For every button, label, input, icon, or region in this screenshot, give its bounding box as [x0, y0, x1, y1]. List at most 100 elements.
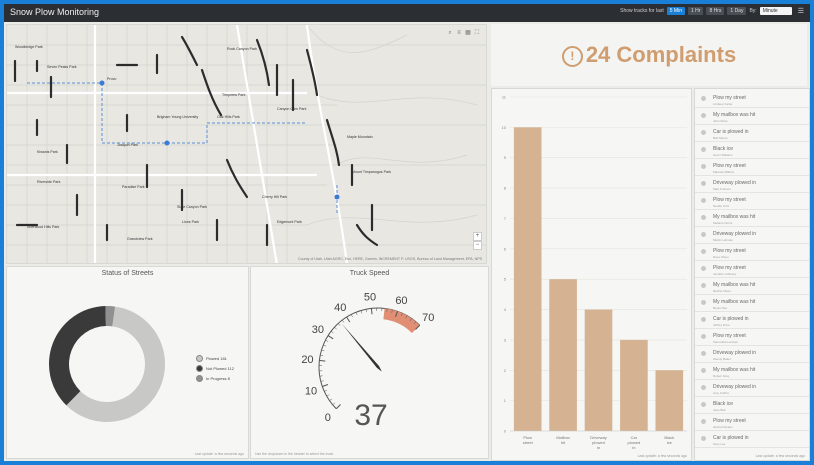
range-button-5min[interactable]: 5 Min: [666, 7, 685, 15]
speed-value: 37: [354, 399, 387, 432]
bar[interactable]: [655, 370, 684, 431]
map-place-label: Woodbridge Park: [15, 45, 43, 49]
legend-item[interactable]: Plowed 181: [196, 355, 234, 362]
complaint-reporter: Robert Gray: [713, 373, 730, 378]
complaint-reporter: John Moss: [713, 118, 728, 123]
complaint-reporter: Samantha Lamsen: [713, 339, 739, 344]
map-place-label: Joaquin Park: [117, 143, 138, 147]
map-canvas[interactable]: [7, 25, 487, 264]
map-place-label: Edgemont Park: [277, 220, 302, 224]
bar[interactable]: [513, 127, 542, 431]
complaints-count: ! 24 Complaints: [491, 42, 807, 68]
complaint-list-item[interactable]: Plow my street Marcela Wilkins: [695, 161, 809, 176]
x-tick-label: in: [632, 445, 635, 450]
complaint-reporter: Gary Lee: [713, 441, 726, 446]
complaint-reporter: Jeffrey Dunn: [713, 322, 730, 327]
range-button-8hrs[interactable]: 8 Hrs: [706, 7, 725, 15]
range-button-1hr[interactable]: 1 Hr: [688, 7, 704, 15]
complaint-status-icon: [701, 164, 706, 169]
map-place-label: Provo: [107, 77, 117, 81]
layers-icon[interactable]: ≡: [456, 30, 462, 36]
complaint-status-icon: [701, 419, 706, 424]
gauge-tick: [342, 319, 345, 323]
complaint-title: Driveway plowed in: [713, 350, 757, 356]
y-tick-label: 5: [504, 277, 507, 282]
map-place-label: Oak Hills Park: [217, 115, 240, 119]
complaint-list-item[interactable]: Driveway plowed in Martin Lehman: [695, 229, 809, 244]
gauge-tick: [360, 310, 363, 314]
menu-icon[interactable]: ☰: [798, 7, 804, 15]
bar[interactable]: [620, 339, 648, 431]
complaint-list-item[interactable]: My mailbox was hit Melanie Norris: [695, 212, 809, 227]
map-place-label: Lions Park: [182, 220, 199, 224]
by-label: By:: [749, 8, 757, 14]
complaint-list-item[interactable]: Driveway plowed in Matt Johnson: [695, 178, 809, 193]
gauge-tick: [346, 316, 351, 323]
gauge-tick: [321, 349, 325, 352]
complaint-status-icon: [701, 334, 706, 339]
search-icon[interactable]: ⌕: [447, 30, 453, 36]
gauge-tick-label: 40: [334, 302, 346, 314]
complaint-title: Black ice: [713, 146, 734, 152]
complaint-title: Driveway plowed in: [713, 180, 757, 186]
legend-item[interactable]: Not Plowed 112: [196, 365, 234, 372]
complaint-reporter: Amy Collins: [713, 390, 729, 395]
y-tick-label: 1: [504, 398, 507, 403]
complaint-list-item[interactable]: Plow my street Jennifer Cullinary: [695, 263, 809, 278]
complaint-list-item[interactable]: Plow my street Lindsey Carter: [695, 93, 809, 108]
complaint-list-item[interactable]: Black ice Kevin Williams: [695, 144, 809, 159]
complaint-list-item[interactable]: Plow my street Hannah Evans: [695, 416, 809, 431]
donut-segment[interactable]: [49, 306, 106, 406]
complaints-count-panel: ! 24 Complaints: [491, 24, 807, 86]
complaint-title: My mailbox was hit: [713, 112, 756, 118]
complaint-list-item[interactable]: Driveway plowed in Amy Collins: [695, 382, 809, 397]
y-tick-label: 11: [502, 95, 507, 100]
panel-title: Status of Streets: [101, 270, 154, 277]
map-place-label: Cherry Hill Park: [262, 195, 288, 199]
zoom-in-button[interactable]: +: [473, 232, 482, 241]
complaint-reporter: Marcela Wilkins: [713, 169, 735, 174]
bar[interactable]: [584, 309, 613, 431]
complaint-list-item[interactable]: Plow my street Samantha Lamsen: [695, 331, 809, 346]
complaint-status-icon: [701, 130, 706, 135]
complaint-list-item[interactable]: My mailbox was hit John Moss: [695, 110, 809, 125]
x-tick-label: hit: [561, 440, 566, 445]
basemap-icon[interactable]: ▦: [465, 30, 471, 36]
map-place-label: Timpview Park: [222, 93, 246, 97]
speed-gauge: 0 10 20 30 40 50 60 70 37: [301, 291, 434, 432]
complaints-count-text: 24 Complaints: [585, 42, 737, 67]
map-panel[interactable]: Woodbridge Park Seven Peaks Park Rock Ca…: [6, 24, 487, 264]
y-tick-label: 3: [504, 337, 507, 342]
complaint-list-item[interactable]: Car is plowed in Gary Lee: [695, 433, 809, 448]
complaint-list-item[interactable]: Black ice Joao Bell: [695, 399, 809, 414]
complaint-list-item[interactable]: My mailbox was hit Rachel Olsen: [695, 280, 809, 295]
truck-speed-panel: Truck Speed 0 10 20 30 40 50 60 70 37 Use the d…: [250, 266, 489, 459]
complaint-status-icon: [701, 215, 706, 220]
gauge-tick: [325, 339, 329, 342]
complaint-list-item[interactable]: My mailbox was hit Bryan Neo: [695, 297, 809, 312]
gauge-tick: [324, 389, 328, 392]
gauge-tick-label: 70: [422, 312, 434, 324]
last-update-note: Last update: a few seconds ago: [755, 454, 805, 458]
last-update-note: Last update: a few seconds ago: [637, 454, 687, 458]
legend-item[interactable]: In Progress 8: [196, 375, 234, 382]
complaint-reporter: Rachel Olsen: [713, 288, 732, 293]
complaint-list-item[interactable]: Driveway plowed in Wendy Baker: [695, 348, 809, 363]
complaint-list-item[interactable]: Plow my street Dave Olsen: [695, 246, 809, 261]
complaint-list-item[interactable]: My mailbox was hit Robert Gray: [695, 365, 809, 380]
bar[interactable]: [549, 279, 577, 431]
complaint-title: Driveway plowed in: [713, 384, 757, 390]
zoom-out-button[interactable]: −: [473, 241, 482, 250]
interval-select[interactable]: Minute: [759, 7, 792, 15]
complaint-title: Plow my street: [713, 333, 746, 339]
complaint-reporter: Kevin Williams: [713, 152, 733, 157]
complaint-status-icon: [701, 351, 706, 356]
complaint-status-icon: [701, 266, 706, 271]
range-button-1day[interactable]: 1 Day: [727, 7, 747, 15]
complaint-list-item[interactable]: Car is plowed in Bob Moore: [695, 127, 809, 142]
complaint-status-icon: [701, 181, 706, 186]
complaint-list-item[interactable]: Car is plowed in Jeffrey Dunn: [695, 314, 809, 329]
complaint-types-bar-chart: 01234567891011PlowstreetMailboxhitDrivew…: [502, 95, 687, 450]
complaint-list-item[interactable]: Plow my street Neville Ortiz: [695, 195, 809, 210]
fullscreen-icon[interactable]: ⛶: [474, 30, 480, 36]
